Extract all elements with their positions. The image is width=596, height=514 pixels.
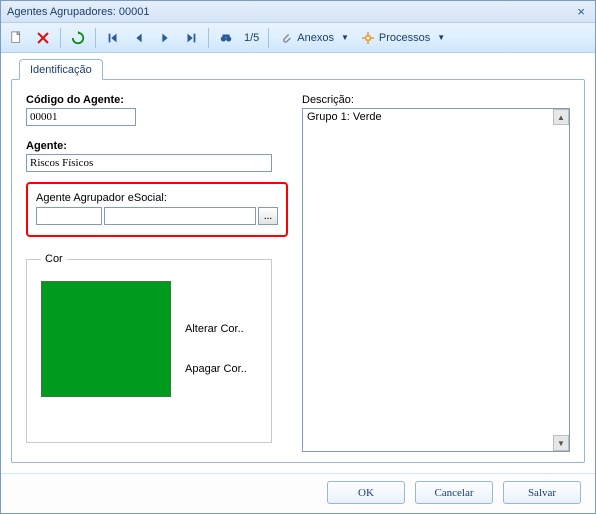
descricao-value: Grupo 1: Verde: [307, 111, 382, 123]
record-counter: 1/5: [240, 32, 263, 44]
tab-panel: Código do Agente: Agente: Agente Agrupad…: [11, 79, 585, 463]
close-icon[interactable]: ×: [573, 1, 589, 23]
window-title: Agentes Agrupadores: 00001: [7, 1, 150, 23]
next-icon: [158, 31, 172, 45]
find-button[interactable]: [214, 27, 238, 49]
agente-input[interactable]: [26, 154, 272, 172]
cor-fieldset: Cor Alterar Cor.. Apagar Cor..: [26, 253, 272, 443]
esocial-lookup-button[interactable]: ...: [258, 207, 278, 225]
tab-identificacao[interactable]: Identificação: [19, 59, 103, 80]
ok-button[interactable]: OK: [327, 481, 405, 504]
codigo-input: [26, 108, 136, 126]
agente-label: Agente:: [26, 140, 290, 152]
refresh-icon: [71, 31, 85, 45]
prev-icon: [132, 31, 146, 45]
first-icon: [106, 31, 120, 45]
cancel-button[interactable]: Cancelar: [415, 481, 493, 504]
processos-label: Processos: [379, 32, 430, 44]
new-button[interactable]: [5, 27, 29, 49]
esocial-label: Agente Agrupador eSocial:: [36, 192, 278, 204]
title-bar: Agentes Agrupadores: 00001 ×: [1, 1, 595, 23]
last-icon: [184, 31, 198, 45]
separator: [268, 28, 269, 48]
alterar-cor-button[interactable]: Alterar Cor..: [185, 323, 247, 335]
last-button[interactable]: [179, 27, 203, 49]
next-button[interactable]: [153, 27, 177, 49]
esocial-desc-input[interactable]: [104, 207, 256, 225]
binoculars-icon: [219, 31, 233, 45]
save-button[interactable]: Salvar: [503, 481, 581, 504]
codigo-label: Código do Agente:: [26, 94, 290, 106]
esocial-code-input[interactable]: [36, 207, 102, 225]
chevron-down-icon: ▼: [434, 33, 445, 42]
right-column: Descrição: Grupo 1: Verde ▲ ▼: [296, 80, 584, 462]
descricao-textarea[interactable]: Grupo 1: Verde ▲ ▼: [302, 108, 570, 452]
scroll-down-button[interactable]: ▼: [553, 435, 569, 451]
separator: [95, 28, 96, 48]
separator: [60, 28, 61, 48]
cor-legend: Cor: [41, 253, 67, 265]
descricao-label: Descrição:: [302, 94, 570, 106]
anexos-label: Anexos: [297, 32, 334, 44]
apagar-cor-button[interactable]: Apagar Cor..: [185, 363, 247, 375]
left-column: Código do Agente: Agente: Agente Agrupad…: [12, 80, 296, 462]
footer: OK Cancelar Salvar: [1, 473, 595, 511]
scroll-up-button[interactable]: ▲: [553, 109, 569, 125]
toolbar: 1/5 Anexos ▼ Processos ▼: [1, 23, 595, 53]
separator: [208, 28, 209, 48]
first-button[interactable]: [101, 27, 125, 49]
attachment-icon: [279, 31, 293, 45]
prev-button[interactable]: [127, 27, 151, 49]
refresh-button[interactable]: [66, 27, 90, 49]
processos-button[interactable]: Processos ▼: [356, 27, 450, 49]
new-icon: [10, 31, 24, 45]
delete-icon: [36, 31, 50, 45]
delete-button[interactable]: [31, 27, 55, 49]
chevron-down-icon: ▼: [338, 33, 349, 42]
gear-icon: [361, 31, 375, 45]
content-area: Identificação Código do Agente: Agente: …: [1, 53, 595, 473]
anexos-button[interactable]: Anexos ▼: [274, 27, 354, 49]
color-swatch: [41, 281, 171, 397]
esocial-highlight: Agente Agrupador eSocial: ...: [26, 182, 288, 237]
